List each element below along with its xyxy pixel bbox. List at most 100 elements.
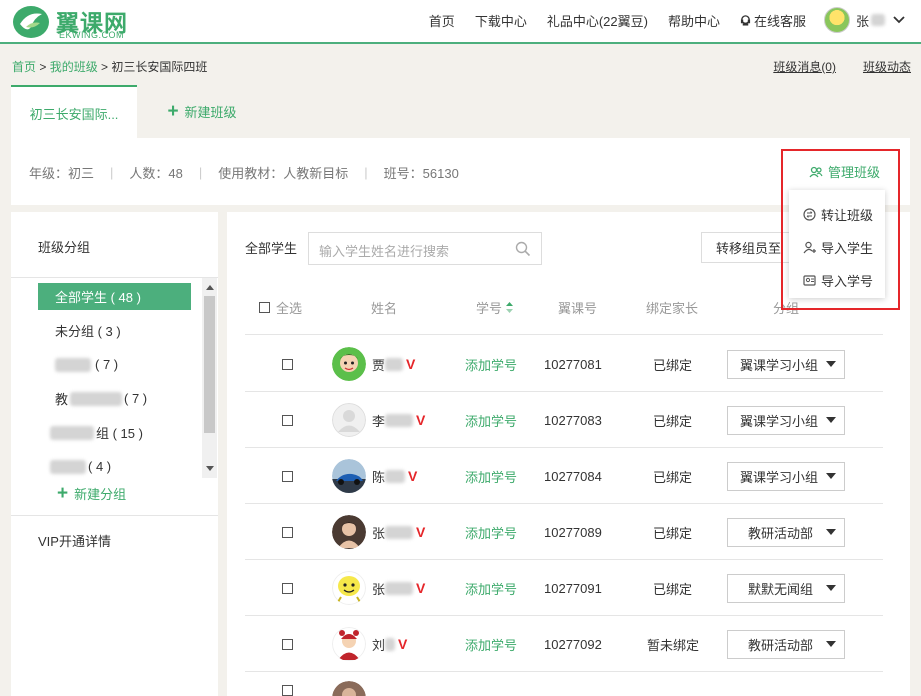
ekwing-no: 10277089	[544, 524, 602, 540]
row-checkbox[interactable]	[282, 582, 293, 594]
column-student-no[interactable]: 学号	[476, 298, 514, 317]
table-row: 刘 V 添加学号 10277092 暂未绑定 教研活动部	[245, 616, 883, 672]
select-all[interactable]: 全选	[259, 298, 302, 317]
group-label: 全部学生 ( 48 )	[55, 290, 141, 305]
group-item-ungrouped[interactable]: 未分组 ( 3 )	[38, 317, 191, 344]
group-select[interactable]: 翼课学习小组	[727, 405, 845, 435]
new-group-button[interactable]: + 新建分组	[57, 484, 126, 503]
row-checkbox[interactable]	[282, 358, 293, 370]
add-student-no-link[interactable]: 添加学号	[465, 560, 517, 616]
student-search-input[interactable]: 输入学生姓名进行搜索	[308, 232, 542, 265]
table-row: 贾 V 添加学号 10277081 已绑定 翼课学习小组	[245, 336, 883, 392]
add-student-no-link[interactable]: 添加学号	[465, 392, 517, 448]
student-cell: 张 V	[332, 504, 425, 560]
nav-home[interactable]: 首页	[429, 11, 455, 30]
group-item[interactable]: 组 ( 15 )	[38, 419, 191, 446]
student-name: 张	[372, 581, 386, 597]
class-dynamics-link[interactable]: 班级动态	[863, 58, 911, 75]
new-class-label: 新建班级	[184, 105, 237, 120]
avatar	[332, 347, 366, 381]
select-all-checkbox[interactable]	[259, 302, 270, 313]
group-sidebar: 班级分组 全部学生 ( 48 ) 未分组 ( 3 ) ( 7 ) 教( 7 ) …	[11, 212, 218, 696]
avatar	[332, 571, 366, 605]
online-service-link[interactable]: 在线客服	[740, 11, 806, 30]
tab-current-class[interactable]: 初三长安国际...	[11, 85, 137, 139]
dropdown-arrow-icon	[826, 473, 836, 479]
student-cell: 刘 V	[332, 616, 407, 672]
add-student-no-link[interactable]: 添加学号	[465, 504, 517, 560]
row-checkbox[interactable]	[282, 470, 293, 482]
row-checkbox[interactable]	[282, 638, 293, 650]
group-item-all[interactable]: 全部学生 ( 48 )	[38, 283, 191, 310]
redacted-name	[385, 525, 414, 539]
sort-icon[interactable]	[505, 301, 514, 314]
ekwing-no: 10277081	[544, 356, 602, 372]
group-select[interactable]: 教研活动部	[727, 517, 845, 547]
group-select-value: 默默无闻组	[748, 581, 814, 597]
nav-gifts[interactable]: 礼品中心(22翼豆)	[547, 11, 648, 30]
row-checkbox[interactable]	[282, 684, 293, 696]
group-item[interactable]: ( 4 )	[38, 453, 191, 480]
add-student-no-link[interactable]: 添加学号	[465, 616, 517, 672]
sidebar-title: 班级分组	[38, 240, 91, 255]
row-checkbox-cell	[282, 560, 293, 616]
scroll-up-icon[interactable]	[206, 285, 214, 290]
group-label: ( 7 )	[95, 357, 119, 372]
breadcrumb-current: 初三长安国际四班	[111, 60, 208, 74]
student-cell	[332, 678, 366, 696]
dropdown-arrow-icon	[826, 585, 836, 591]
column-student-no-label: 学号	[476, 301, 503, 316]
group-select[interactable]: 翼课学习小组	[727, 349, 845, 379]
info-divider: |	[198, 165, 203, 180]
nav-help[interactable]: 帮助中心	[668, 11, 720, 30]
vip-badge: V	[416, 524, 426, 540]
site-logo[interactable]: 翼课网 EKWING.COM	[12, 3, 142, 41]
plus-icon: +	[57, 483, 69, 504]
student-cell: 贾 V	[332, 336, 415, 392]
vip-badge: V	[416, 580, 426, 596]
new-class-tab[interactable]: + 新建班级	[137, 85, 267, 138]
group-select-value: 翼课学习小组	[740, 413, 819, 429]
scroll-down-icon[interactable]	[206, 466, 214, 471]
add-student-no-link[interactable]: 添加学号	[465, 336, 517, 392]
dropdown-arrow-icon	[826, 641, 836, 647]
row-checkbox-cell	[282, 504, 293, 560]
avatar	[332, 681, 366, 696]
filter-label: 全部学生	[245, 241, 298, 256]
chevron-down-icon	[893, 16, 905, 24]
group-item[interactable]: 教 ( 7 )	[38, 385, 191, 412]
column-parent: 绑定家长	[646, 301, 699, 316]
group-select-cell: 翼课学习小组	[727, 392, 845, 448]
student-cell: 李 V	[332, 392, 425, 448]
ekwing-no: 10277091	[544, 580, 602, 596]
row-checkbox[interactable]	[282, 414, 293, 426]
table-row: 张 V 添加学号 10277089 已绑定 教研活动部	[245, 504, 883, 560]
group-select[interactable]: 教研活动部	[727, 629, 845, 659]
row-checkbox[interactable]	[282, 526, 293, 538]
search-icon[interactable]	[515, 241, 531, 257]
redacted-name	[385, 581, 414, 595]
new-group-label: 新建分组	[74, 487, 127, 502]
move-members-button[interactable]: 转移组员至	[701, 232, 793, 263]
group-select[interactable]: 翼课学习小组	[727, 461, 845, 491]
info-divider: |	[110, 165, 114, 180]
user-avatar	[823, 7, 850, 33]
add-student-no-link[interactable]: 添加学号	[465, 448, 517, 504]
ekwing-no: 10277092	[544, 636, 602, 652]
group-list-scrollbar[interactable]	[202, 278, 217, 478]
class-tabs: 初三长安国际... + 新建班级	[11, 85, 267, 139]
redacted-name	[385, 413, 414, 427]
vip-details-link[interactable]: VIP开通详情	[38, 531, 111, 550]
class-messages-link[interactable]: 班级消息(0)	[773, 58, 836, 75]
user-menu[interactable]: 张	[823, 7, 905, 33]
group-item[interactable]: ( 7 )	[38, 351, 191, 378]
nav-download[interactable]: 下载中心	[475, 11, 527, 30]
breadcrumb-home[interactable]: 首页	[12, 60, 36, 74]
breadcrumb-my-class[interactable]: 我的班级	[50, 60, 98, 74]
scroll-thumb[interactable]	[204, 296, 215, 433]
online-service-label: 在线客服	[753, 13, 806, 29]
group-select[interactable]: 默默无闻组	[727, 573, 845, 603]
user-name: 张	[855, 13, 869, 29]
row-checkbox-cell	[282, 448, 293, 504]
group-select-cell: 翼课学习小组	[727, 336, 845, 392]
